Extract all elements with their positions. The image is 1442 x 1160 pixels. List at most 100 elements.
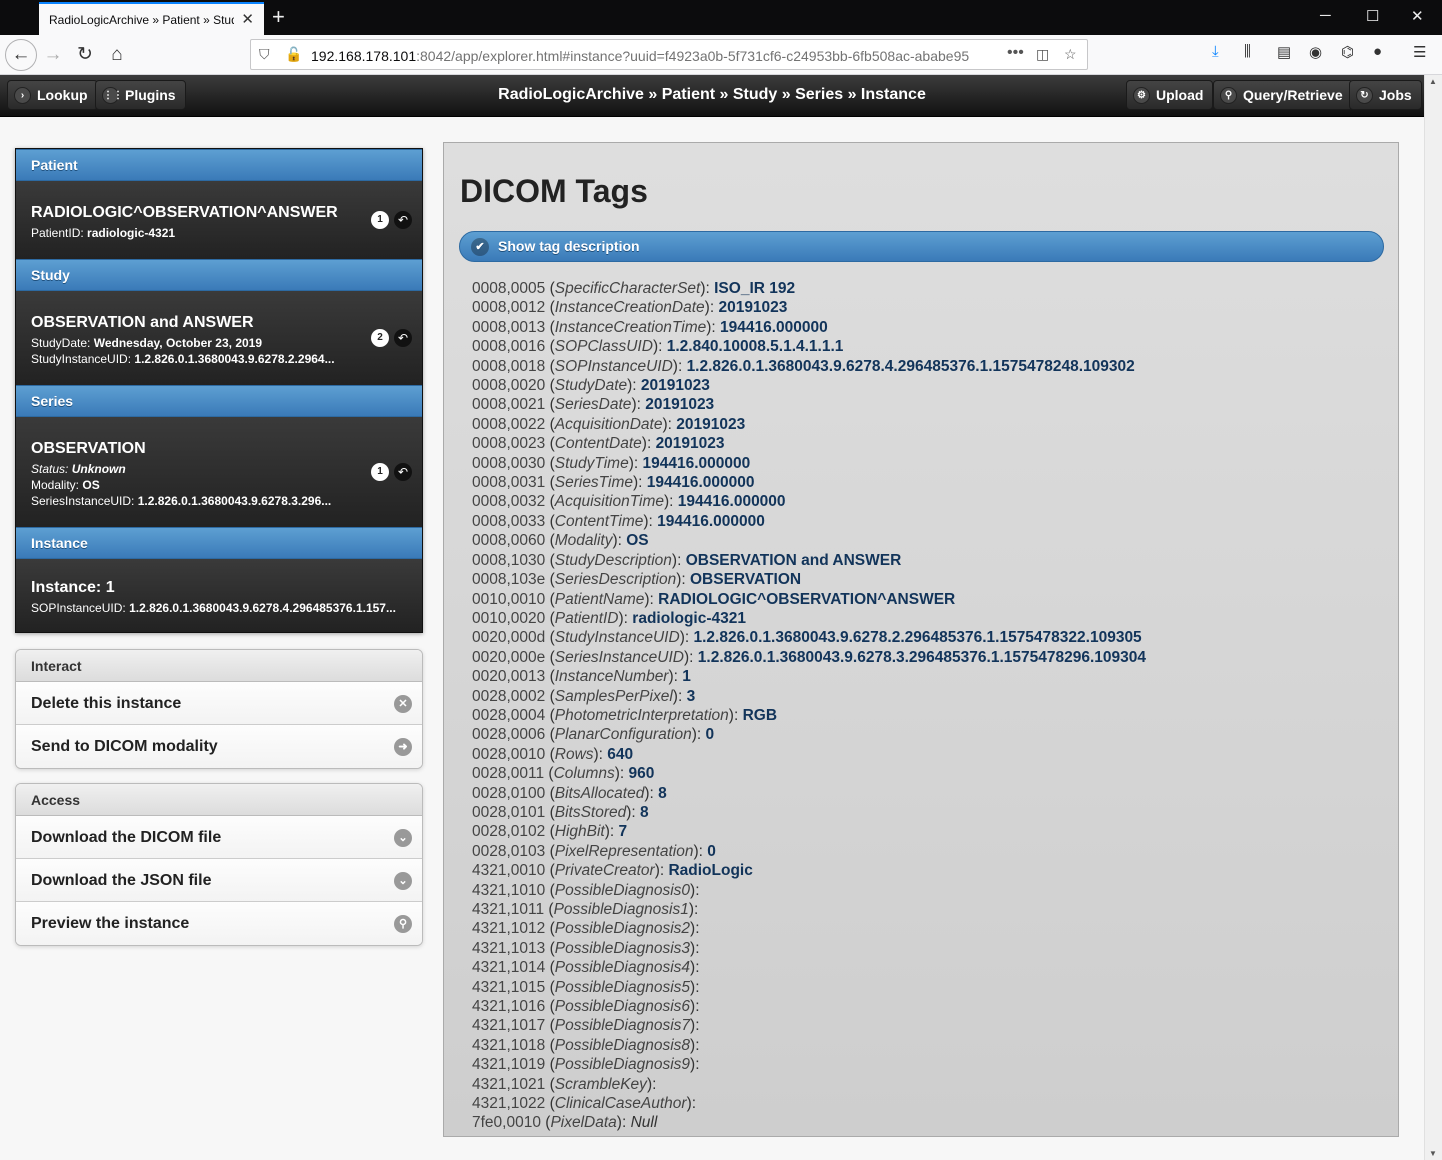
scrollbar[interactable]: ▲ ▼ [1424,75,1442,1160]
search-icon: ⚲ [1220,87,1237,104]
menu-icon[interactable]: ☰ [1413,43,1426,61]
tag-name: PatientName [554,590,645,608]
tag-row: 0028,0102 (HighBit): 7 [472,823,628,841]
tag-row: 0008,0032 (AcquisitionTime): 194416.0000… [472,493,786,511]
tag-name: PatientID [554,609,619,627]
tag-value: 0 [707,842,716,860]
insecure-lock-icon[interactable]: 🔓 [285,46,302,63]
maximize-icon[interactable]: ☐ [1366,7,1379,25]
tag-value: 960 [628,765,655,783]
forward-icon: ➜ [394,738,412,756]
tag-id: 4321,1018 [472,1036,546,1054]
minimize-icon[interactable]: ─ [1320,7,1331,24]
tag-row: 0008,0005 (SpecificCharacterSet): ISO_IR… [472,280,796,297]
jobs-label: Jobs [1379,87,1412,103]
url-text: 192.168.178.101:8042/app/explorer.html#i… [311,48,970,64]
extension-icon[interactable]: ⌬ [1341,43,1354,61]
tag-id: 0020,0013 [472,668,546,686]
app-header: RadioLogicArchive » Patient » Study » Se… [0,75,1424,117]
tag-name: PossibleDiagnosis7 [554,1017,691,1035]
scroll-up-icon[interactable]: ▲ [1429,77,1437,86]
tag-name: PossibleDiagnosis2 [554,920,691,938]
series-count-badge: 1 [371,463,389,481]
window-close-icon[interactable]: ✕ [1411,7,1424,25]
pocket-icon[interactable]: ◫ [1036,46,1049,63]
upload-button[interactable]: ⚙ Upload [1126,80,1214,110]
tag-id: 0008,1030 [472,551,546,569]
forward-arrow-icon[interactable]: → [40,42,66,68]
tag-value: 20191023 [655,435,725,453]
tag-row: 4321,1011 (PossibleDiagnosis1): [472,901,699,918]
patient-divider: Patient [16,149,422,181]
library-icon[interactable]: ⫼ [1244,43,1251,60]
new-tab-icon[interactable]: + [272,4,285,30]
tag-row: 0008,0022 (AcquisitionDate): 20191023 [472,415,746,433]
arrow-icon[interactable]: ↶ [394,463,412,481]
reload-icon[interactable]: ↻ [72,42,98,68]
page-actions-icon[interactable]: ••• [1007,44,1024,62]
back-arrow-icon[interactable]: ← [5,39,37,71]
scroll-down-icon[interactable]: ▼ [1429,1149,1437,1158]
query-label: Query/Retrieve [1243,87,1343,103]
tag-value: 194416.000000 [642,454,751,472]
tag-name: SeriesDescription [554,571,677,589]
url-bar[interactable]: ⛉ 🔓 192.168.178.101:8042/app/explorer.ht… [250,39,1088,70]
lookup-button[interactable]: › Lookup [7,80,98,110]
shield-icon[interactable]: ⛉ [259,46,270,63]
tag-name: PossibleDiagnosis4 [554,959,691,977]
tag-value: 1.2.826.0.1.3680043.9.6278.3.296485376.1… [697,648,1146,666]
show-tag-description-toggle[interactable]: ✔ Show tag description [459,231,1384,262]
chevron-down-icon: ⌄ [394,872,412,890]
tag-row: 7fe0,0010 (PixelData): Null [472,1114,658,1132]
toggle-label: Show tag description [498,238,640,254]
tag-row: 0020,000d (StudyInstanceUID): 1.2.826.0.… [472,629,1142,647]
browser-toolbar: ← → ↻ ⌂ ⛉ 🔓 192.168.178.101:8042/app/exp… [0,35,1442,75]
tag-name: StudyDescription [554,551,672,569]
close-tab-icon[interactable]: ✕ [241,10,254,28]
plugins-button[interactable]: ⋮⋮ Plugins [95,80,186,110]
checkmark-icon: ✔ [471,238,489,256]
tag-name: Columns [553,765,615,783]
download-json-button[interactable]: Download the JSON file ⌄ [16,859,422,902]
study-count-badge: 2 [371,329,389,347]
tag-row: 0028,0002 (SamplesPerPixel): 3 [472,687,696,705]
sidebar-icon[interactable]: ▤ [1277,43,1291,61]
account-icon[interactable]: ◉ [1309,43,1322,61]
download-dicom-button[interactable]: Download the DICOM file ⌄ [16,816,422,859]
tag-row: 0010,0010 (PatientName): RADIOLOGIC^OBSE… [472,590,956,608]
patient-item[interactable]: RADIOLOGIC^OBSERVATION^ANSWER PatientID:… [16,181,422,259]
delete-instance-button[interactable]: Delete this instance ✕ [16,682,422,725]
tag-name: PhotometricInterpretation [554,706,729,724]
tag-row: 0028,0010 (Rows): 640 [472,745,634,763]
bookmark-star-icon[interactable]: ☆ [1064,46,1077,63]
instance-name: Instance: 1 [31,579,115,596]
tag-name: SOPClassUID [554,338,653,356]
tag-value: 20191023 [640,377,710,395]
tag-value: RGB [742,706,778,724]
tag-row: 0028,0103 (PixelRepresentation): 0 [472,842,716,860]
jobs-button[interactable]: ↻ Jobs [1349,80,1422,110]
preview-instance-button[interactable]: Preview the instance ⚲ [16,902,422,945]
tag-id: 4321,1013 [472,939,546,957]
grid-icon: ⋮⋮ [102,87,123,104]
series-status: Status: Unknown [31,462,126,476]
tag-row: 0008,0018 (SOPInstanceUID): 1.2.826.0.1.… [472,357,1135,375]
arrow-icon[interactable]: ↶ [394,329,412,347]
arrow-icon[interactable]: ↶ [394,211,412,229]
tag-value: 20191023 [718,299,788,317]
containers-icon[interactable]: ● [1373,43,1382,60]
study-item[interactable]: OBSERVATION and ANSWER StudyDate: Wednes… [16,291,422,385]
tag-id: 0008,0016 [472,338,546,356]
home-icon[interactable]: ⌂ [104,42,130,68]
tag-name: PossibleDiagnosis1 [553,901,689,918]
browser-tab[interactable]: RadioLogicArchive » Patient » Stud ✕ [39,2,264,35]
query-retrieve-button[interactable]: ⚲ Query/Retrieve [1213,80,1353,110]
refresh-icon: ↻ [1356,87,1373,104]
send-to-modality-button[interactable]: Send to DICOM modality ➜ [16,725,422,768]
tag-id: 4321,1019 [472,1056,546,1074]
tag-row: 0008,0030 (StudyTime): 194416.000000 [472,454,751,472]
download-icon[interactable]: ⤓ [1212,43,1219,60]
series-item[interactable]: OBSERVATION Status: Unknown Modality: OS… [16,417,422,527]
tag-value: 1 [682,668,691,686]
tag-name: PixelData [550,1114,617,1132]
